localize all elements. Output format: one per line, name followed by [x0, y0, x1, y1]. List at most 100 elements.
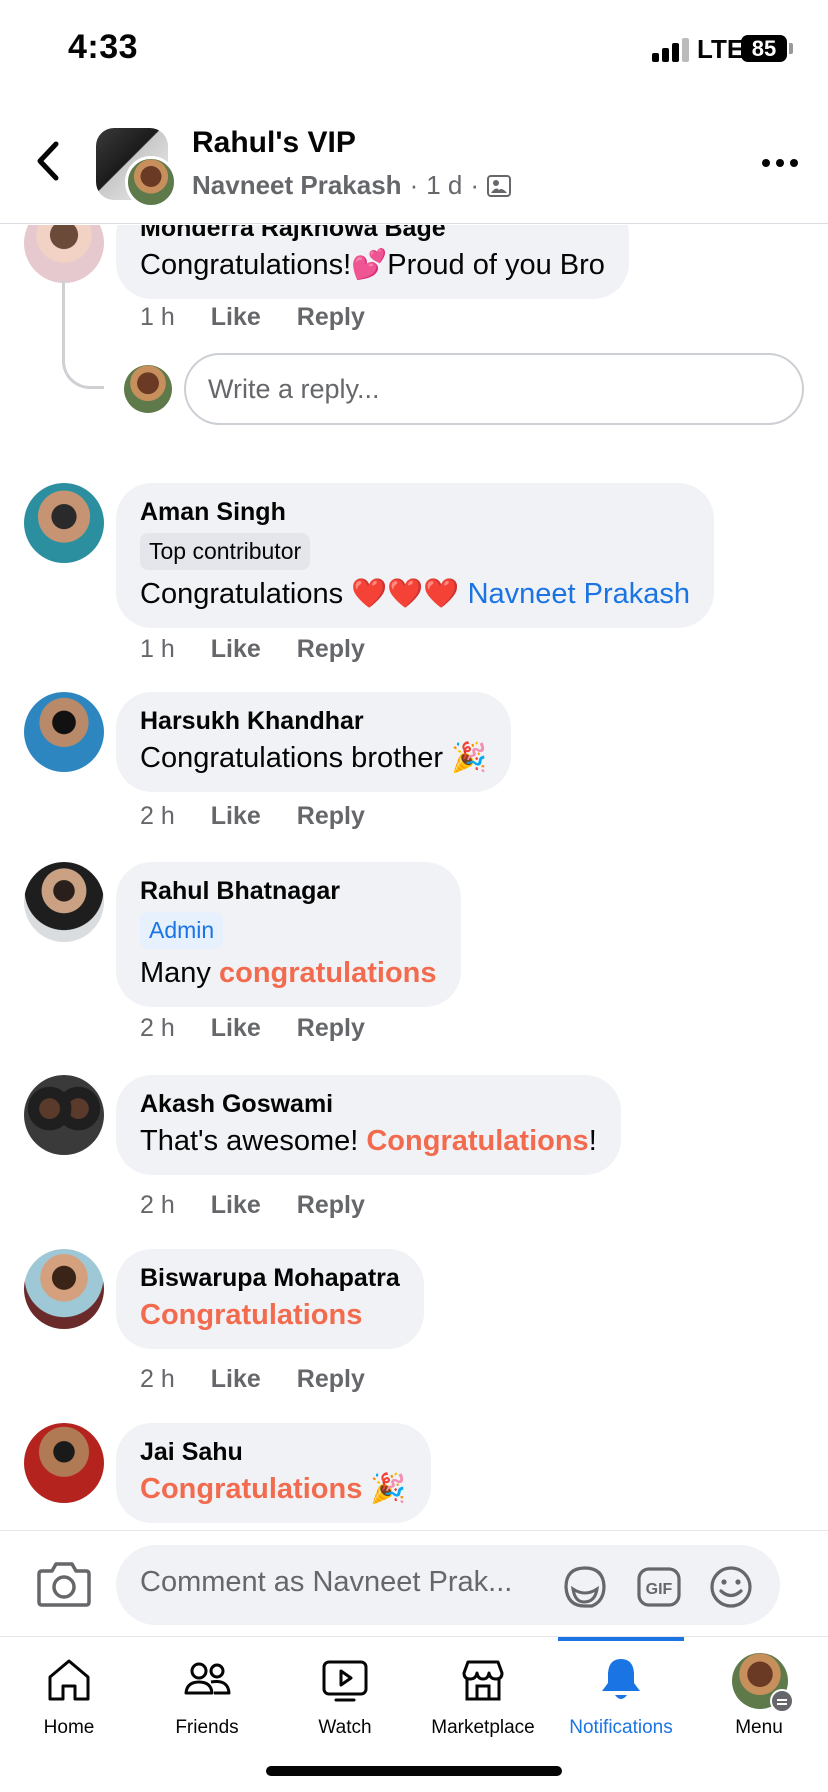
comment-text: Many congratulations: [140, 953, 437, 993]
comment-bubble[interactable]: Harsukh Khandhar Congratulations brother…: [116, 692, 512, 792]
gif-icon: GIF: [637, 1567, 681, 1607]
comment-placeholder: Comment as Navneet Prak...: [140, 1566, 513, 1598]
comment-time[interactable]: 2 h: [140, 802, 175, 831]
post-author[interactable]: Navneet Prakash: [192, 170, 402, 201]
hearts-emoji: ❤️❤️❤️: [351, 578, 460, 610]
comment-time[interactable]: 2 h: [140, 1014, 175, 1043]
comment-actions: 1 h Like Reply: [140, 635, 365, 664]
commenter-avatar[interactable]: [24, 1075, 104, 1155]
reply-button[interactable]: Reply: [297, 1365, 365, 1394]
admin-badge: Admin: [140, 912, 224, 949]
commenter-avatar[interactable]: [24, 1249, 104, 1329]
comment-time[interactable]: 1 h: [140, 303, 175, 332]
camera-icon: [37, 1562, 91, 1607]
reply-button[interactable]: Reply: [297, 635, 365, 664]
sticker-icon[interactable]: [562, 1565, 608, 1609]
comment-time[interactable]: 2 h: [140, 1365, 175, 1394]
comment-bubble[interactable]: Rahul Bhatnagar Admin Many congratulatio…: [116, 862, 461, 1007]
commenter-avatar[interactable]: [24, 692, 104, 772]
commenter-avatar[interactable]: [24, 225, 104, 283]
emoji-icon[interactable]: [708, 1565, 754, 1609]
comment-text-part: !: [588, 1125, 597, 1157]
camera-button[interactable]: [36, 1559, 92, 1609]
comment-bubble[interactable]: Jai Sahu Congratulations 🎉: [116, 1423, 431, 1523]
group-photo-icon: [487, 174, 512, 197]
post-header: Rahul's VIP Navneet Prakash · 1 d ·: [0, 100, 828, 224]
more-dots-icon: [762, 159, 798, 167]
commenter-avatar[interactable]: [24, 483, 104, 563]
more-button[interactable]: [760, 148, 800, 178]
menu-lines-icon: [770, 1689, 794, 1713]
top-contributor-badge: Top contributor: [140, 533, 311, 570]
gif-button[interactable]: GIF: [636, 1565, 682, 1609]
highlighted-word: Congratulations: [140, 1473, 363, 1505]
comment-input[interactable]: Comment as Navneet Prak... GIF: [116, 1545, 780, 1625]
comment-author[interactable]: Monderra Rajkhowa Bage: [140, 225, 605, 245]
tab-notifications[interactable]: Notifications: [552, 1637, 690, 1757]
bell-icon: [602, 1659, 640, 1699]
signal-icon: [652, 38, 692, 62]
network-label: LTE: [697, 34, 745, 64]
comment-author[interactable]: Jai Sahu: [140, 1435, 407, 1469]
poster-avatar[interactable]: [125, 156, 177, 208]
comment-actions: 1 h Like Reply: [140, 303, 365, 332]
group-name[interactable]: Rahul's VIP: [192, 126, 356, 160]
battery-icon: 85: [741, 35, 787, 62]
comment-author[interactable]: Biswarupa Mohapatra: [140, 1261, 400, 1295]
comment-text-part: Congratulations: [140, 578, 352, 610]
comment-author[interactable]: Harsukh Khandhar: [140, 704, 487, 738]
comment-text: Congratulations brother 🎉: [140, 742, 488, 774]
reply-button[interactable]: Reply: [297, 1191, 365, 1220]
post-age[interactable]: 1 d: [426, 170, 462, 201]
battery-cap: [789, 43, 793, 54]
reply-button[interactable]: Reply: [297, 1014, 365, 1043]
commenter-avatar[interactable]: [24, 862, 104, 942]
comment-author[interactable]: Akash Goswami: [140, 1087, 597, 1121]
comment-time[interactable]: 2 h: [140, 1191, 175, 1220]
chevron-left-icon: [37, 141, 59, 181]
tab-label: Friends: [175, 1717, 239, 1738]
tab-menu[interactable]: Menu: [690, 1637, 828, 1757]
highlighted-word: Congratulations: [366, 1125, 589, 1157]
gif-label: GIF: [646, 1581, 673, 1598]
reply-button[interactable]: Reply: [297, 303, 365, 332]
tab-home[interactable]: Home: [0, 1637, 138, 1757]
comment-text: Congratulations 🎉: [140, 1469, 407, 1509]
comment-text: Congratulations: [140, 1295, 400, 1335]
like-button[interactable]: Like: [211, 802, 261, 831]
comment-bubble[interactable]: Akash Goswami That's awesome! Congratula…: [116, 1075, 621, 1175]
comment-author[interactable]: Aman Singh: [140, 495, 690, 529]
like-button[interactable]: Like: [211, 1365, 261, 1394]
comment-bubble[interactable]: Aman Singh Top contributor Congratulatio…: [116, 483, 715, 628]
marketplace-icon: [462, 1660, 504, 1701]
comment-author[interactable]: Rahul Bhatnagar: [140, 874, 437, 908]
separator: ·: [470, 170, 480, 200]
comment-bubble[interactable]: Biswarupa Mohapatra Congratulations: [116, 1249, 424, 1349]
like-button[interactable]: Like: [211, 1014, 261, 1043]
comment-list[interactable]: Monderra Rajkhowa Bage Congratulations!💕…: [0, 225, 828, 1530]
status-bar: 4:33 LTE 85: [0, 0, 828, 100]
reply-button[interactable]: Reply: [297, 802, 365, 831]
comment-composer: Comment as Navneet Prak... GIF: [0, 1530, 828, 1636]
reply-input[interactable]: Write a reply...: [184, 353, 804, 425]
tab-friends[interactable]: Friends: [138, 1637, 276, 1757]
watch-icon: [322, 1660, 368, 1702]
comment-time[interactable]: 1 h: [140, 635, 175, 664]
comment-actions: 2 h Like Reply: [140, 1365, 365, 1394]
comment-actions: 2 h Like Reply: [140, 1014, 365, 1043]
my-avatar: [124, 365, 172, 413]
tab-label: Home: [43, 1717, 95, 1738]
like-button[interactable]: Like: [211, 1191, 261, 1220]
mention-link[interactable]: Navneet Prakash: [468, 578, 690, 610]
comment-text: Congratulations!💕Proud of you Bro: [140, 249, 605, 281]
like-button[interactable]: Like: [211, 635, 261, 664]
comment-bubble[interactable]: Monderra Rajkhowa Bage Congratulations!💕…: [116, 225, 629, 299]
like-button[interactable]: Like: [211, 303, 261, 332]
tab-marketplace[interactable]: Marketplace: [414, 1637, 552, 1757]
comment-text-part: 🎉: [362, 1473, 407, 1505]
tab-label: Watch: [318, 1717, 372, 1738]
tab-watch[interactable]: Watch: [276, 1637, 414, 1757]
post-subtitle: Navneet Prakash · 1 d ·: [192, 170, 512, 201]
commenter-avatar[interactable]: [24, 1423, 104, 1503]
back-button[interactable]: [30, 136, 70, 186]
